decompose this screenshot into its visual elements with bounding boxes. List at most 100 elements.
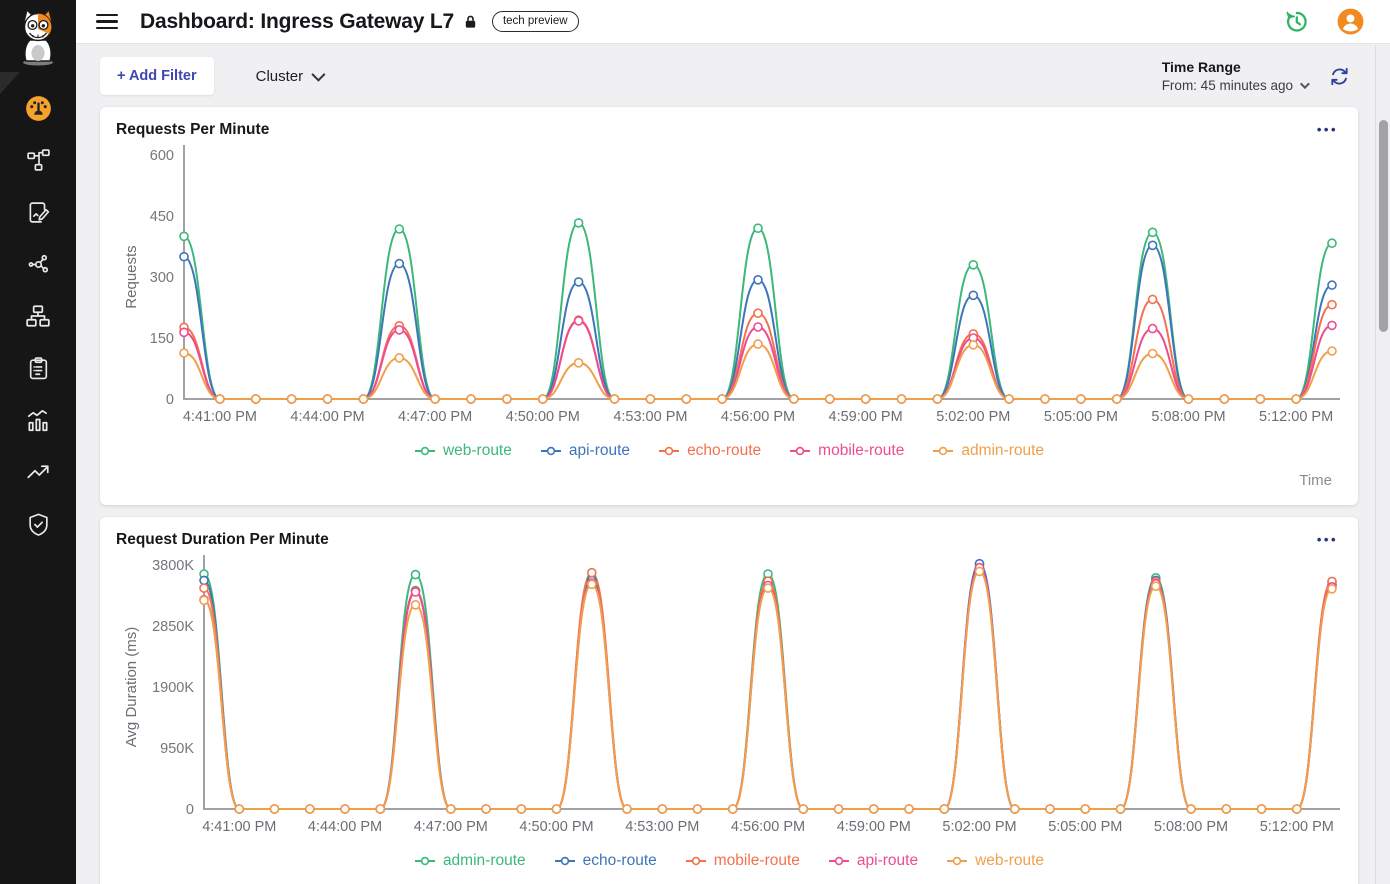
legend-marker-icon [828,856,850,866]
legend-marker-icon [414,446,436,456]
svg-text:4:53:00 PM: 4:53:00 PM [625,819,699,835]
svg-text:4:41:00 PM: 4:41:00 PM [202,819,276,835]
svg-text:4:56:00 PM: 4:56:00 PM [721,409,795,425]
legend-item-api-route[interactable]: api-route [828,852,918,870]
sidebar-nav [0,94,76,538]
svg-text:4:59:00 PM: 4:59:00 PM [829,409,903,425]
time-range-value-dropdown[interactable]: From: 45 minutes ago [1162,78,1307,93]
sidebar-item-insights[interactable] [18,458,58,486]
svg-text:450: 450 [150,209,174,225]
page-title: Dashboard: Ingress Gateway L7 [140,10,454,34]
chevron-down-icon [1300,79,1310,89]
hamburger-menu-icon[interactable] [96,14,118,30]
topology-icon [26,148,51,173]
duration-chart-legend: admin-route echo-route mobile-route api-rou… [116,852,1342,870]
legend-item-web-route[interactable]: web-route [414,442,512,460]
svg-text:5:08:00 PM: 5:08:00 PM [1151,409,1225,425]
main-area: Dashboard: Ingress Gateway L7 tech previ… [76,0,1390,884]
trending-up-icon [25,459,51,485]
kuma-cat-logo-icon [15,8,61,66]
bar-chart-stats-icon [25,407,51,433]
svg-text:5:12:00 PM: 5:12:00 PM [1259,409,1333,425]
series-line-mobile-route [204,570,1332,810]
svg-text:3800K: 3800K [152,558,194,574]
legend-marker-icon [685,856,707,866]
svg-text:4:50:00 PM: 4:50:00 PM [519,819,593,835]
chart-title: Requests Per Minute [116,121,269,139]
svg-text:2850K: 2850K [152,619,194,635]
requests-chart-legend: web-route api-route echo-route mobile-route… [116,442,1342,460]
card-requests-per-minute: Requests Per Minute Requests015030045060… [100,107,1358,505]
time-range-value: From: 45 minutes ago [1162,78,1293,93]
svg-text:1900K: 1900K [152,680,194,696]
series-markers-echo-route [200,560,1336,813]
x-axis-title: Time [116,870,1342,884]
svg-text:4:44:00 PM: 4:44:00 PM [308,819,382,835]
sidebar-item-zones[interactable] [18,302,58,330]
sidebar-item-topology[interactable] [18,146,58,174]
series-markers-admin-route [180,340,1336,403]
svg-text:950K: 950K [160,741,194,757]
svg-text:5:02:00 PM: 5:02:00 PM [942,819,1016,835]
svg-text:4:59:00 PM: 4:59:00 PM [837,819,911,835]
chart-title: Request Duration Per Minute [116,531,329,549]
svg-text:4:41:00 PM: 4:41:00 PM [183,409,257,425]
app-logo[interactable] [0,0,76,72]
legend-marker-icon [554,856,576,866]
add-filter-button[interactable]: + Add Filter [100,57,214,95]
ellipsis-menu-icon[interactable] [1313,126,1342,134]
sidebar-item-services[interactable] [18,250,58,278]
cluster-dropdown-label: Cluster [256,68,304,85]
card-request-duration: Request Duration Per Minute Avg Duration… [100,517,1358,884]
lock-icon [463,14,478,30]
svg-text:4:44:00 PM: 4:44:00 PM [290,409,364,425]
top-bar: Dashboard: Ingress Gateway L7 tech previ… [76,0,1390,44]
sidebar-item-security[interactable] [18,510,58,538]
svg-text:5:12:00 PM: 5:12:00 PM [1260,819,1334,835]
history-clock-icon[interactable] [1284,9,1309,34]
sitemap-zones-icon [25,303,51,329]
legend-item-web-route[interactable]: web-route [946,852,1044,870]
tech-preview-badge: tech preview [492,11,579,32]
legend-item-mobile-route[interactable]: mobile-route [789,442,904,460]
scrollbar-track[interactable] [1375,45,1390,884]
svg-text:4:47:00 PM: 4:47:00 PM [398,409,472,425]
legend-marker-icon [540,446,562,456]
sidebar-item-checklist[interactable] [18,354,58,382]
document-edit-icon [26,200,51,225]
sidebar-notch-decoration [0,72,20,94]
svg-text:5:08:00 PM: 5:08:00 PM [1154,819,1228,835]
duration-chart: Avg Duration (ms)0950K1900K2850K3800K4:4… [116,551,1342,848]
series-line-api-route [184,245,1332,399]
legend-item-api-route[interactable]: api-route [540,442,630,460]
time-range-block: Time Range From: 45 minutes ago [1162,59,1307,93]
ellipsis-menu-icon[interactable] [1313,536,1342,544]
filter-bar: + Add Filter Cluster Time Range From: 45… [76,44,1390,107]
legend-item-echo-route[interactable]: echo-route [554,852,657,870]
legend-marker-icon [658,446,680,456]
svg-text:150: 150 [150,331,174,347]
cluster-dropdown[interactable]: Cluster [256,68,323,85]
sidebar [0,0,76,884]
legend-item-admin-route[interactable]: admin-route [932,442,1044,460]
legend-item-echo-route[interactable]: echo-route [658,442,761,460]
svg-text:4:47:00 PM: 4:47:00 PM [414,819,488,835]
user-avatar-icon[interactable] [1337,8,1364,35]
refresh-icon[interactable] [1329,66,1350,87]
sidebar-item-dashboard[interactable] [18,94,58,122]
scrollbar-thumb[interactable] [1379,120,1388,332]
shield-check-icon [26,512,51,537]
sidebar-item-policies[interactable] [18,198,58,226]
sidebar-item-metrics[interactable] [18,406,58,434]
x-axis-title: Time [116,460,1342,491]
series-line-mobile-route [184,321,1332,399]
legend-item-mobile-route[interactable]: mobile-route [685,852,800,870]
svg-text:600: 600 [150,148,174,164]
svg-text:4:56:00 PM: 4:56:00 PM [731,819,805,835]
legend-marker-icon [946,856,968,866]
legend-marker-icon [414,856,436,866]
series-line-admin-route [184,344,1332,399]
legend-item-admin-route[interactable]: admin-route [414,852,526,870]
molecule-mesh-icon [26,252,51,277]
time-range-title: Time Range [1162,59,1307,75]
